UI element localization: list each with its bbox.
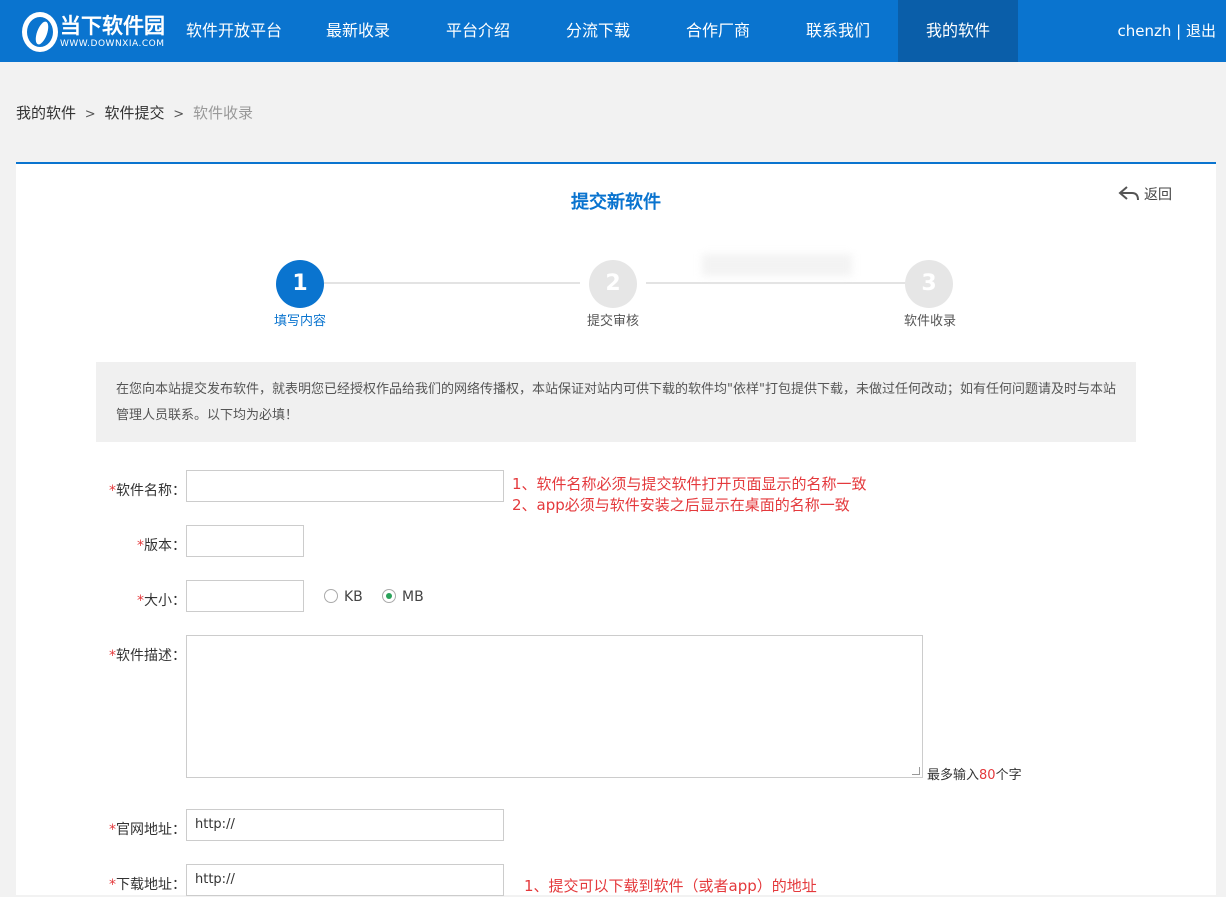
label-text: 软件描述： xyxy=(116,648,186,664)
website-input[interactable]: http:// xyxy=(186,809,504,841)
required-mark: * xyxy=(109,877,116,893)
size-unit-mb-radio[interactable]: MB xyxy=(382,589,424,605)
submit-form-card: 提交新软件 返回 1 填写内容 2 提交审核 3 软件收录 在您向本站提交发布软… xyxy=(16,162,1216,896)
breadcrumb-current: 软件收录 xyxy=(192,104,253,122)
back-button[interactable]: 返回 xyxy=(1118,184,1172,204)
main-nav: 软件开放平台 最新收录 平台介绍 分流下载 合作厂商 联系我们 我的软件 xyxy=(170,0,1018,62)
logo-text: 当下软件园 xyxy=(60,14,165,38)
description-label: *软件描述： xyxy=(76,645,186,665)
logo-url: WWW.DOWNXIA.COM xyxy=(60,39,165,49)
size-label: *大小： xyxy=(76,590,186,610)
step-2-label: 提交审核 xyxy=(586,314,639,329)
step-connector xyxy=(324,282,580,284)
size-unit-kb-radio[interactable]: KB xyxy=(324,589,363,605)
logo-icon xyxy=(22,12,58,52)
required-mark: * xyxy=(137,593,144,609)
breadcrumb-submit[interactable]: 软件提交 xyxy=(104,104,164,122)
name-hint-2: 2、app必须与软件安装之后显示在桌面的名称一致 xyxy=(512,496,850,514)
required-mark: * xyxy=(109,483,116,499)
username-link[interactable]: chenzh xyxy=(1118,22,1172,40)
user-area: chenzh | 退出 xyxy=(1118,0,1216,62)
description-textarea[interactable] xyxy=(186,635,923,778)
label-text: 版本： xyxy=(144,538,186,554)
nav-contact[interactable]: 联系我们 xyxy=(778,0,898,62)
label-text: 大小： xyxy=(144,593,186,609)
page-title: 提交新软件 xyxy=(571,192,661,213)
back-label: 返回 xyxy=(1144,187,1172,203)
step-connector xyxy=(646,282,906,284)
maxlen-number: 80 xyxy=(979,768,996,783)
download-hint-1: 1、提交可以下载到软件（或者app）的地址 xyxy=(524,877,817,895)
site-logo[interactable]: 当下软件园 WWW.DOWNXIA.COM xyxy=(22,10,172,54)
radio-checked-icon xyxy=(382,589,396,603)
required-mark: * xyxy=(109,648,116,664)
logout-link[interactable]: 退出 xyxy=(1186,22,1216,40)
notice-box: 在您向本站提交发布软件，就表明您已经授权作品给我们的网络传播权，本站保证对站内可… xyxy=(96,362,1136,442)
radio-icon xyxy=(324,589,338,603)
download-url-input[interactable]: http:// xyxy=(186,864,504,896)
required-mark: * xyxy=(137,538,144,554)
website-label: *官网地址： xyxy=(76,819,186,839)
radio-label: MB xyxy=(402,589,424,605)
nav-open-platform[interactable]: 软件开放平台 xyxy=(170,0,298,62)
nav-about[interactable]: 平台介绍 xyxy=(418,0,538,62)
breadcrumb-sep: > xyxy=(84,107,96,122)
nav-my-software[interactable]: 我的软件 xyxy=(898,0,1018,62)
maxlen-prefix: 最多输入 xyxy=(927,768,980,783)
version-label: *版本： xyxy=(76,535,186,555)
maxlen-suffix: 个字 xyxy=(995,768,1022,783)
radio-label: KB xyxy=(344,589,363,605)
user-separator: | xyxy=(1171,22,1186,40)
nav-latest[interactable]: 最新收录 xyxy=(298,0,418,62)
name-hint-1: 1、软件名称必须与提交软件打开页面显示的名称一致 xyxy=(512,475,867,493)
version-input[interactable] xyxy=(186,525,304,557)
back-arrow-icon xyxy=(1118,186,1139,201)
description-max-length: 最多输入80个字 xyxy=(927,764,1022,783)
step-1-circle: 1 xyxy=(276,260,324,308)
download-url-label: *下载地址： xyxy=(76,874,186,894)
step-2-circle: 2 xyxy=(589,260,637,308)
label-text: 下载地址： xyxy=(116,877,186,893)
software-name-label: *软件名称： xyxy=(76,480,186,500)
top-navbar: 当下软件园 WWW.DOWNXIA.COM 软件开放平台 最新收录 平台介绍 分… xyxy=(0,0,1226,62)
nav-mirror-download[interactable]: 分流下载 xyxy=(538,0,658,62)
blurred-area xyxy=(702,254,852,276)
required-mark: * xyxy=(109,822,116,838)
breadcrumb-my-software[interactable]: 我的软件 xyxy=(16,104,76,122)
step-3-label: 软件收录 xyxy=(903,314,956,329)
size-input[interactable] xyxy=(186,580,304,612)
label-text: 软件名称： xyxy=(116,483,186,499)
step-1-label: 填写内容 xyxy=(273,314,326,329)
resize-grip-icon[interactable] xyxy=(912,767,920,775)
nav-partners[interactable]: 合作厂商 xyxy=(658,0,778,62)
breadcrumb-sep: > xyxy=(173,107,185,122)
step-3-circle: 3 xyxy=(905,260,953,308)
breadcrumb: 我的软件 > 软件提交 > 软件收录 xyxy=(16,102,253,123)
label-text: 官网地址： xyxy=(116,822,186,838)
software-name-input[interactable] xyxy=(186,470,504,502)
